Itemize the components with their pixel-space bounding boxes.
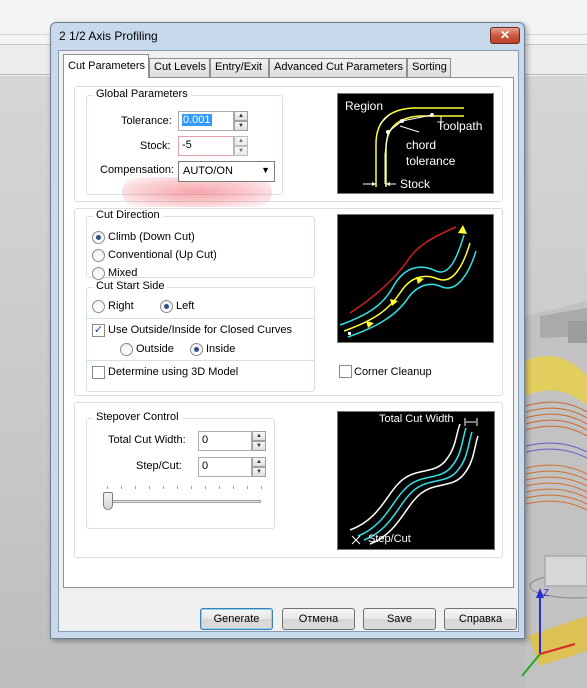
step-cut-input[interactable]: 0: [198, 457, 252, 477]
spin-up-icon[interactable]: ▲: [234, 111, 248, 121]
cut-direction-graphic: [339, 225, 477, 338]
dialog-title: 2 1/2 Axis Profiling: [59, 29, 158, 43]
stock-label: Stock:: [140, 140, 171, 152]
spin-up-icon[interactable]: ▲: [252, 431, 266, 441]
cut-direction-title: Cut Direction: [93, 209, 163, 221]
tab-advanced-cut-parameters[interactable]: Advanced Cut Parameters: [269, 58, 407, 77]
region-text: Region: [345, 99, 384, 113]
tolerance-value: 0.001: [182, 114, 212, 126]
inside-label[interactable]: Inside: [206, 343, 235, 355]
total-cut-width-input[interactable]: 0: [198, 431, 252, 451]
tolerance-label: Tolerance:: [121, 115, 172, 127]
outside-label[interactable]: Outside: [136, 343, 174, 355]
climb-label[interactable]: Climb (Down Cut): [108, 231, 195, 243]
right-radio[interactable]: [92, 300, 105, 313]
total-cut-width-label: Total Cut Width:: [108, 434, 186, 446]
right-label[interactable]: Right: [108, 300, 134, 312]
step-cut-text: Step/Cut: [368, 533, 411, 545]
spin-up-icon[interactable]: ▲: [252, 457, 266, 467]
climb-radio[interactable]: [92, 231, 105, 244]
total-cut-width-text: Total Cut Width: [379, 413, 454, 425]
help-button[interactable]: Справка: [444, 608, 517, 630]
compensation-select[interactable]: AUTO/ON ▼: [178, 161, 275, 182]
slider-thumb[interactable]: [103, 492, 113, 510]
stepover-diagram: Total Cut Width Step/Cut: [337, 411, 495, 550]
mixed-radio[interactable]: [92, 267, 105, 280]
stock-text: Stock: [400, 177, 431, 191]
stock-spinner[interactable]: ▲ ▼: [234, 136, 248, 156]
use-outside-inside-checkbox[interactable]: ✓: [92, 324, 105, 337]
save-button[interactable]: Save: [363, 608, 436, 630]
stock-value: -5: [182, 139, 192, 151]
cancel-button[interactable]: Отмена: [282, 608, 355, 630]
step-cut-value: 0: [202, 460, 209, 472]
cut-parameters-panel: Global Parameters Tolerance: 0.001 ▲ ▼ St…: [63, 77, 514, 588]
compensation-value: AUTO/ON: [183, 165, 233, 177]
divider: [87, 360, 314, 361]
spin-down-icon[interactable]: ▼: [252, 467, 266, 477]
cut-direction-diagram: [337, 214, 494, 343]
toolpath-text: Toolpath: [437, 119, 483, 133]
left-label[interactable]: Left: [176, 300, 194, 312]
svg-text:Z: Z: [543, 588, 549, 599]
mixed-label[interactable]: Mixed: [108, 267, 137, 279]
step-cut-label: Step/Cut:: [136, 460, 182, 472]
global-parameters-title: Global Parameters: [93, 88, 191, 100]
determine-3d-label[interactable]: Determine using 3D Model: [108, 366, 238, 378]
total-cut-width-value: 0: [202, 434, 209, 446]
tab-cut-parameters[interactable]: Cut Parameters: [63, 54, 149, 78]
stepover-slider[interactable]: [100, 482, 262, 514]
region-toolpath-diagram: Region Toolpath chord tolerance Stock: [337, 93, 494, 194]
stock-input[interactable]: -5: [178, 136, 234, 156]
compensation-label: Compensation:: [100, 164, 174, 176]
dialog-titlebar[interactable]: 2 1/2 Axis Profiling ✕: [51, 23, 524, 49]
chord-text: chord: [406, 138, 437, 152]
close-icon: ✕: [499, 28, 511, 42]
slider-track[interactable]: [103, 500, 261, 503]
spin-down-icon[interactable]: ▼: [234, 121, 248, 131]
chevron-down-icon: ▼: [261, 165, 270, 175]
determine-3d-checkbox[interactable]: [92, 366, 105, 379]
inside-radio[interactable]: [190, 343, 203, 356]
generate-button[interactable]: Generate: [200, 608, 273, 630]
cut-start-side-title: Cut Start Side: [93, 280, 168, 292]
dialog-client: Cut Parameters Cut Levels Entry/Exit Adv…: [58, 50, 519, 632]
tab-entry-exit[interactable]: Entry/Exit: [210, 58, 269, 77]
check-icon: ✓: [93, 324, 104, 336]
conventional-radio[interactable]: [92, 249, 105, 262]
corner-cleanup-label[interactable]: Corner Cleanup: [354, 366, 432, 378]
conventional-label[interactable]: Conventional (Up Cut): [108, 249, 217, 261]
tolerance-input[interactable]: 0.001: [178, 111, 234, 131]
tolerance-spinner[interactable]: ▲ ▼: [234, 111, 248, 131]
left-radio[interactable]: [160, 300, 173, 313]
outside-radio[interactable]: [120, 343, 133, 356]
corner-cleanup-checkbox[interactable]: [339, 365, 352, 378]
close-button[interactable]: ✕: [490, 27, 520, 44]
spin-down-icon[interactable]: ▼: [252, 441, 266, 451]
axis-profiling-dialog: 2 1/2 Axis Profiling ✕ Cut Parameters Cu…: [50, 22, 525, 639]
tolerance-text: tolerance: [406, 154, 456, 168]
step-cut-spinner[interactable]: ▲ ▼: [252, 457, 266, 477]
tab-sorting[interactable]: Sorting: [407, 58, 451, 77]
stepover-title: Stepover Control: [93, 411, 182, 423]
tab-cut-levels[interactable]: Cut Levels: [149, 58, 210, 77]
total-cut-width-spinner[interactable]: ▲ ▼: [252, 431, 266, 451]
use-outside-inside-label[interactable]: Use Outside/Inside for Closed Curves: [108, 324, 292, 336]
spin-down-icon[interactable]: ▼: [234, 146, 248, 156]
spin-up-icon[interactable]: ▲: [234, 136, 248, 146]
stepover-graphic: [349, 418, 479, 545]
divider: [87, 318, 314, 319]
